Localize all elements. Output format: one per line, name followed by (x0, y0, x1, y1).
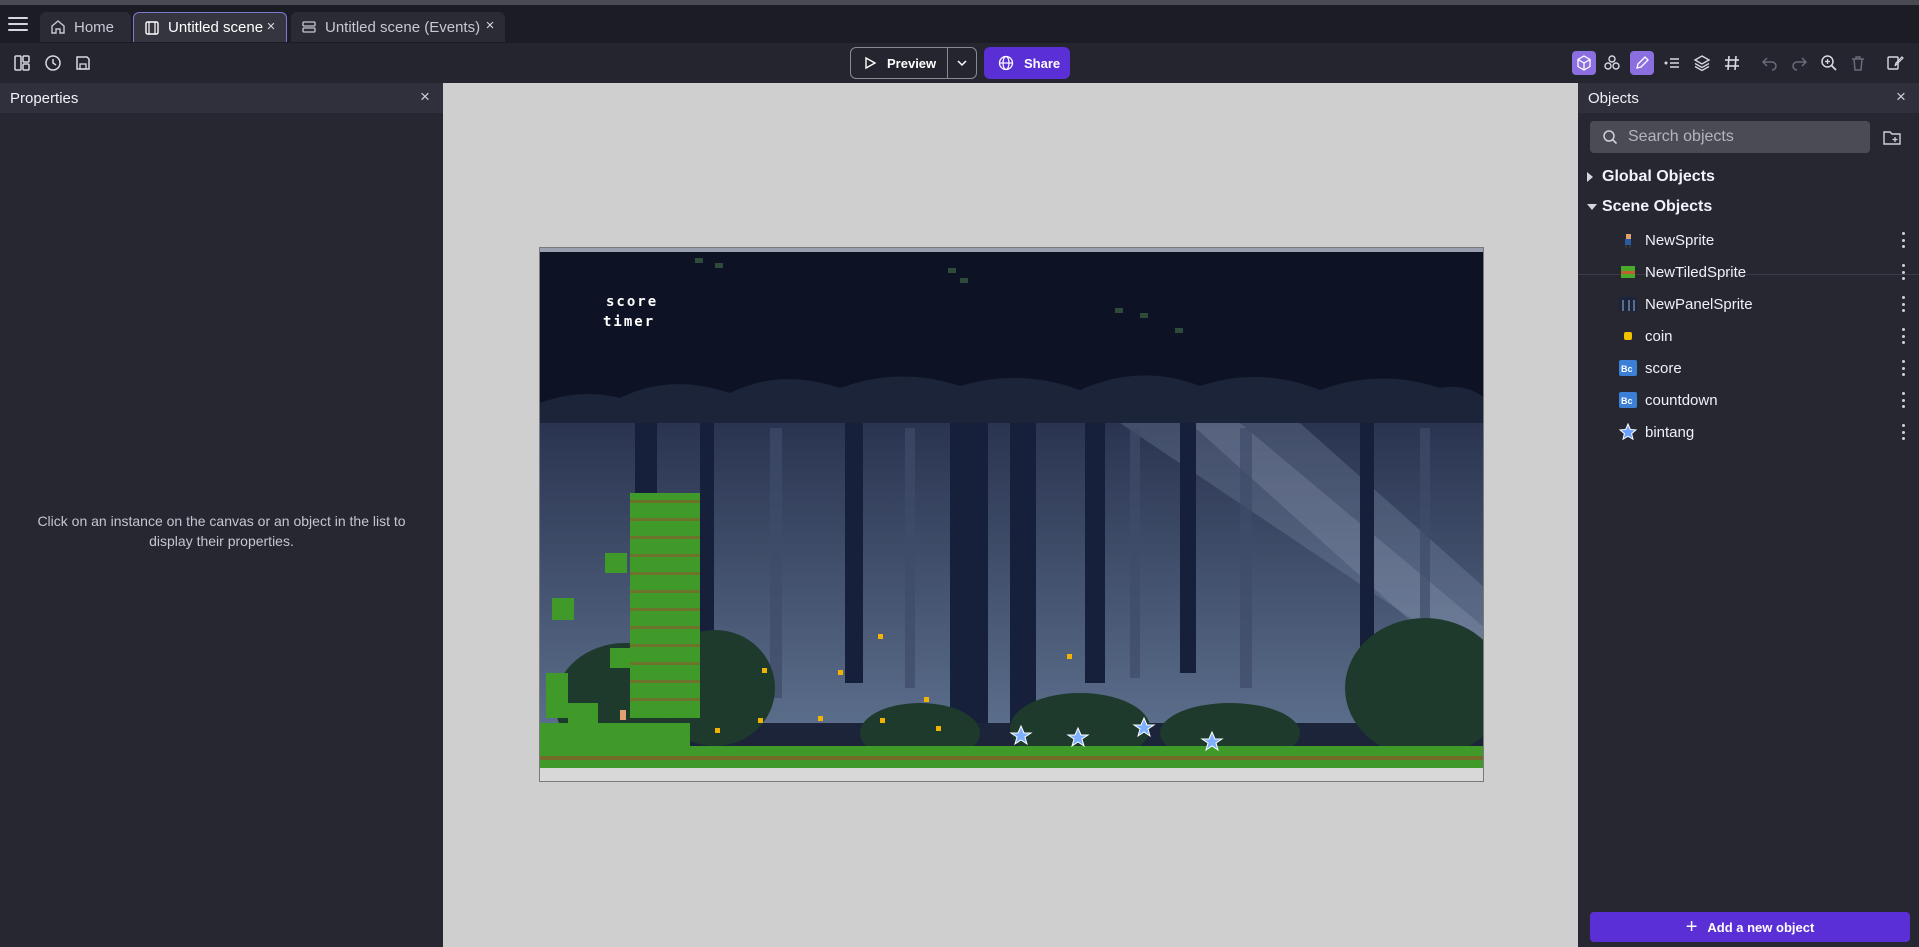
text-object-icon: Bc (1619, 359, 1637, 377)
object-label: NewPanelSprite (1645, 295, 1753, 313)
search-input[interactable] (1628, 128, 1848, 146)
text-object-icon: Bc (1619, 391, 1637, 409)
object-label: countdown (1645, 391, 1718, 409)
object-label: NewTiledSprite (1645, 263, 1747, 281)
properties-empty-message: Click on an instance on the canvas or an… (37, 513, 406, 549)
new-folder-icon[interactable] (1882, 127, 1902, 147)
object-item-newsprite[interactable]: NewSprite (1578, 224, 1919, 256)
preview-group: Preview (850, 47, 977, 79)
preview-button[interactable]: Preview (851, 48, 948, 78)
tab-untitled-scene[interactable]: Untitled scene × (133, 12, 287, 42)
svg-text:Bc: Bc (1621, 396, 1633, 406)
search-icon (1603, 130, 1618, 145)
character-sprite-icon (1619, 231, 1637, 249)
delete-icon[interactable] (1847, 52, 1869, 74)
preview-options-button[interactable] (948, 48, 976, 78)
more-options-icon[interactable] (1901, 360, 1905, 376)
tab-label: Untitled scene (168, 19, 264, 36)
chevron-right-icon (1587, 172, 1593, 182)
object-groups-icon[interactable] (1601, 52, 1623, 74)
game-scene-preview[interactable]: score timer (539, 247, 1484, 782)
share-button[interactable]: Share (984, 47, 1070, 79)
zoom-icon[interactable] (1818, 52, 1840, 74)
layers-icon[interactable] (1691, 52, 1713, 74)
close-icon[interactable]: × (417, 88, 433, 105)
undo-icon[interactable] (1759, 52, 1781, 74)
more-options-icon[interactable] (1901, 328, 1905, 344)
hud-score-text[interactable]: score (606, 294, 658, 310)
chevron-down-icon (957, 60, 967, 67)
more-options-icon[interactable] (1901, 232, 1905, 248)
home-icon (50, 19, 66, 35)
more-options-icon[interactable] (1901, 296, 1905, 312)
events-icon (301, 19, 317, 35)
chevron-down-icon (1587, 204, 1597, 210)
edit-events-icon[interactable] (1884, 52, 1906, 74)
globe-icon (998, 55, 1014, 71)
save-icon[interactable] (72, 52, 94, 74)
close-icon[interactable]: × (264, 19, 278, 34)
object-label: bintang (1645, 423, 1695, 441)
star-icon (1619, 423, 1637, 441)
object-label: score (1645, 359, 1682, 377)
object-item-newtiledsprite[interactable]: NewTiledSprite (1578, 256, 1919, 288)
scene-objects-group[interactable]: Scene Objects (1578, 193, 1919, 221)
search-box[interactable] (1590, 121, 1870, 153)
redo-icon[interactable] (1788, 52, 1810, 74)
scene-artwork (540, 248, 1483, 781)
object-item-newpanelsprite[interactable]: NewPanelSprite (1578, 288, 1919, 320)
object-item-bintang[interactable]: bintang (1578, 416, 1919, 448)
tab-label: Home (74, 18, 115, 36)
tab-label: Untitled scene (Events) (325, 18, 481, 36)
add-object-label: Add a new object (1707, 919, 1815, 935)
toggle-panels-icon[interactable] (11, 52, 33, 74)
global-objects-group[interactable]: Global Objects (1578, 163, 1919, 191)
coin-icon (1619, 327, 1637, 345)
properties-pencil-icon[interactable] (1630, 51, 1654, 75)
share-label: Share (1024, 55, 1061, 71)
scene-canvas[interactable]: score timer (443, 83, 1578, 947)
svg-text:Bc: Bc (1621, 364, 1633, 374)
more-options-icon[interactable] (1901, 392, 1905, 408)
tab-untitled-scene-events[interactable]: Untitled scene (Events) × (291, 12, 505, 42)
group-label: Scene Objects (1602, 198, 1713, 215)
grid-icon[interactable] (1721, 52, 1743, 74)
objects-header: Objects × (1578, 83, 1919, 113)
hud-timer-text[interactable]: timer (603, 314, 655, 330)
object-item-coin[interactable]: coin (1578, 320, 1919, 352)
object-label: coin (1645, 327, 1673, 345)
tab-bar: Home Untitled scene × Untitled scene (Ev… (0, 5, 1919, 43)
panel-title: Properties (10, 89, 79, 107)
object-label: NewSprite (1645, 231, 1715, 249)
panel-title: Objects (1588, 89, 1639, 107)
preview-label: Preview (887, 55, 937, 71)
object-item-score[interactable]: Bc score (1578, 352, 1919, 384)
plus-icon: + (1685, 915, 1698, 938)
menu-icon[interactable] (8, 17, 28, 33)
objects-panel: Objects × Global Objects Scene Objects N… (1578, 83, 1919, 947)
more-options-icon[interactable] (1901, 424, 1905, 440)
grass-tile-icon (1619, 263, 1637, 281)
play-icon (865, 56, 877, 70)
more-options-icon[interactable] (1901, 264, 1905, 280)
instances-list-icon[interactable] (1661, 52, 1683, 74)
properties-panel: Properties × Click on an instance on the… (0, 83, 443, 947)
close-icon[interactable]: × (1893, 88, 1909, 105)
scene-icon (144, 20, 160, 36)
tab-home[interactable]: Home (40, 12, 131, 42)
close-icon[interactable]: × (483, 18, 497, 33)
object-item-countdown[interactable]: Bc countdown (1578, 384, 1919, 416)
forest-panel-icon (1619, 295, 1637, 313)
properties-header: Properties × (0, 83, 443, 113)
add-new-object-button[interactable]: + Add a new object (1590, 912, 1910, 942)
group-label: Global Objects (1602, 168, 1715, 185)
history-icon[interactable] (42, 52, 64, 74)
object-cube-icon[interactable] (1572, 51, 1596, 75)
